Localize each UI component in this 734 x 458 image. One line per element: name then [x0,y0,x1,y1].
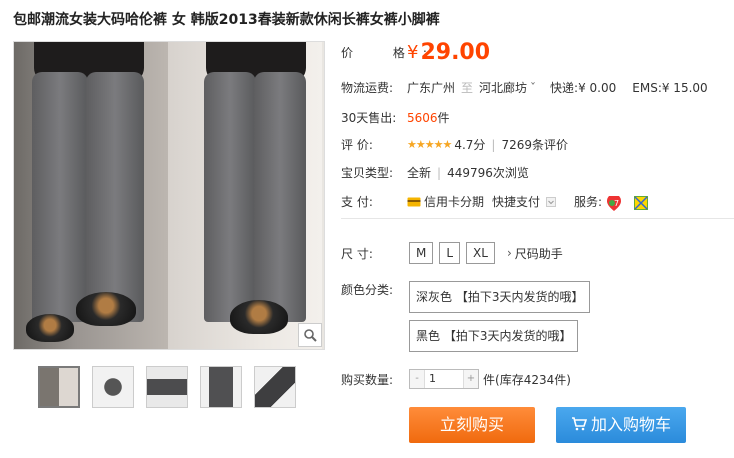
color-option-dark-grey[interactable]: 深灰色 【拍下3天内发货的哦】 [409,281,591,313]
review-count-link[interactable]: 7269条评价 [501,136,568,153]
thumbnail-5[interactable] [254,366,296,408]
view-count: 449796次浏览 [447,166,529,180]
add-to-cart-button[interactable]: 加入购物车 [556,407,686,443]
size-label: 尺 寸: [341,246,373,261]
buy-now-button[interactable]: 立刻购买 [409,407,535,443]
condition-row: 宝贝类型: 全新 | 449796次浏览 [341,165,529,181]
thumbnail-strip [38,366,296,408]
size-option-xl[interactable]: XL [466,242,495,264]
size-helper-link[interactable]: 尺码助手 [515,245,563,262]
size-row: 尺 寸: M L XL › 尺码助手 [341,242,563,264]
payment-row: 支 付: 信用卡分期 快捷支付 服务: 7 [341,193,649,211]
service-guarantee-icon[interactable] [634,195,649,210]
condition-type: 全新 [407,166,432,180]
quantity-row: 购买数量: - 1 + 件 (库存4234件) [341,369,571,389]
quick-pay-link[interactable]: 快捷支付 [492,193,540,210]
price-row: 价 格: ¥ 29.00 [341,40,490,65]
chevron-down-icon[interactable]: ˇ [530,81,536,95]
thumbnail-3[interactable] [146,366,188,408]
quantity-stepper[interactable]: - 1 + [409,369,479,389]
image-panel-left [14,42,168,349]
thumbnail-1[interactable] [38,366,80,408]
thumbnail-4[interactable] [200,366,242,408]
shipping-from: 广东广州 [407,81,456,95]
thumbnail-2[interactable] [92,366,134,408]
shipping-separator: 至 [461,81,474,95]
service-seven-days-icon[interactable]: 7 [606,193,622,211]
size-option-l[interactable]: L [439,242,461,264]
sales-unit: 件 [437,111,450,125]
price-label: 价 格: [341,46,445,60]
add-to-cart-label: 加入购物车 [590,415,671,434]
quantity-unit: 件 [483,372,496,387]
sales-count: 5606 [407,110,438,125]
rating-label: 评 价: [341,138,373,152]
zoom-icon[interactable] [298,323,322,347]
product-title: 包邮潮流女装大码哈伦裤 女 韩版2013春装新款休闲长裤女裤小脚裤 [13,12,440,28]
quantity-input[interactable]: 1 [424,370,464,388]
shipping-row: 物流运费: 广东广州 至 河北廊坊 ˇ 快递:¥ 0.00 EMS:¥ 15.0… [341,79,708,96]
image-panel-right [168,42,322,349]
price-value: 29.00 [420,40,491,65]
quantity-increase-button[interactable]: + [464,370,478,388]
stock-count: (库存4234件) [495,372,571,387]
shipping-express: 快递:¥ 0.00 [550,81,617,95]
sales-label: 30天售出: [341,111,397,125]
color-label: 颜色分类: [341,283,394,297]
color-option-black[interactable]: 黑色 【拍下3天内发货的哦】 [409,320,579,352]
size-option-m[interactable]: M [409,242,434,264]
quantity-decrease-button[interactable]: - [410,370,424,388]
credit-installment-link[interactable]: 信用卡分期 [424,193,484,210]
rating-row: 评 价: ★★★★★ 4.7分 | 7269条评价 [341,136,568,153]
sales-row: 30天售出: 5606 件 [341,109,450,126]
shipping-ems: EMS:¥ 15.00 [632,80,708,95]
credit-card-icon [407,196,421,208]
shipping-destination[interactable]: 河北廊坊 [479,79,527,96]
cart-icon [571,408,588,444]
service-label: 服务: [574,195,603,209]
chevron-down-icon[interactable] [546,196,560,208]
rating-score: 4.7分 [454,138,486,152]
price-currency: ¥ [407,42,419,63]
svg-text:7: 7 [614,199,619,208]
quantity-label: 购买数量: [341,372,394,387]
rating-stars: ★★★★★ [407,138,452,151]
shipping-label: 物流运费: [341,81,394,95]
chevron-right-icon: › [506,246,512,260]
condition-label: 宝贝类型: [341,166,394,180]
payment-label: 支 付: [341,195,373,209]
color-label-row: 颜色分类: [341,281,393,298]
main-product-image[interactable] [13,41,325,350]
